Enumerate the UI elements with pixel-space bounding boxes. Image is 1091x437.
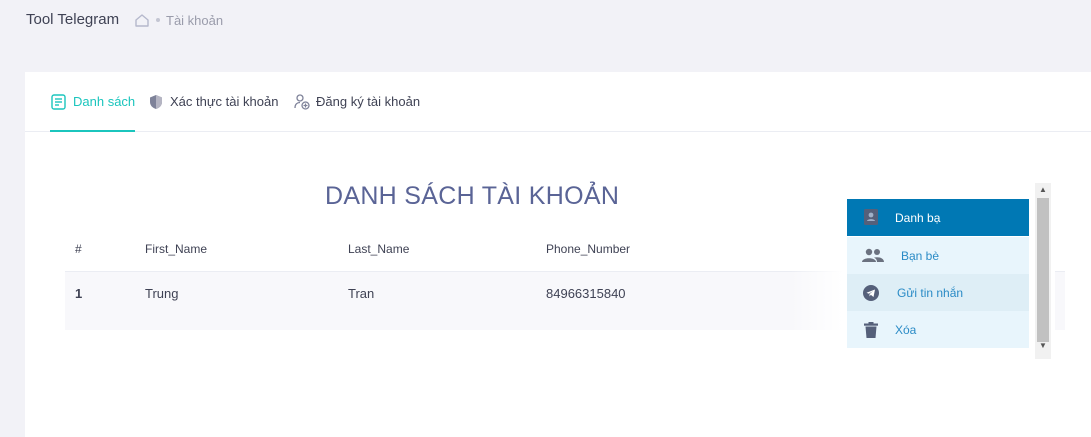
user-add-icon <box>294 93 310 110</box>
menu-item-delete[interactable]: Xóa <box>847 311 1029 348</box>
tab-list-label: Danh sách <box>73 94 136 109</box>
tab-list[interactable]: Danh sách <box>50 72 136 132</box>
cell-first-name: Trung <box>145 286 179 301</box>
tab-bar: Danh sách Xác thực tài khoản Đăng ký tài… <box>25 72 1091 132</box>
friends-icon <box>862 248 884 262</box>
cell-phone: 84966315840 <box>546 286 626 301</box>
breadcrumb-separator <box>156 18 160 22</box>
column-header-last-name[interactable]: Last_Name <box>348 242 409 256</box>
cell-index: 1 <box>75 286 83 301</box>
page-title: DANH SÁCH TÀI KHOẢN <box>325 182 620 210</box>
scroll-up-arrow-icon[interactable]: ▲ <box>1035 183 1051 197</box>
trash-icon <box>864 322 878 338</box>
tab-register-label: Đăng ký tài khoản <box>316 94 421 109</box>
top-bar: Tool Telegram Tài khoản <box>0 0 1091 42</box>
menu-item-contacts-label: Danh bạ <box>895 211 941 225</box>
menu-item-friends[interactable]: Bạn bè <box>847 237 1029 274</box>
contact-book-icon <box>864 209 878 225</box>
app-title: Tool Telegram <box>26 11 120 28</box>
context-menu-scrollbar[interactable]: ▲ ▼ <box>1035 183 1051 359</box>
list-icon <box>51 93 66 110</box>
home-icon[interactable] <box>134 12 150 28</box>
breadcrumb-current[interactable]: Tài khoản <box>166 13 223 28</box>
column-header-phone[interactable]: Phone_Number <box>546 242 630 256</box>
tab-verify[interactable]: Xác thực tài khoản <box>147 72 278 131</box>
menu-item-contacts[interactable]: Danh bạ <box>847 199 1029 236</box>
shield-icon <box>150 94 162 109</box>
scroll-down-arrow-icon[interactable]: ▼ <box>1035 339 1051 353</box>
menu-item-delete-label: Xóa <box>895 323 917 337</box>
tab-register[interactable]: Đăng ký tài khoản <box>293 72 420 131</box>
cell-last-name: Tran <box>348 286 375 301</box>
tab-verify-label: Xác thực tài khoản <box>170 94 279 109</box>
menu-item-friends-label: Bạn bè <box>901 249 940 263</box>
context-menu: Danh bạ Bạn bè Gửi tin nhắn Xóa <box>847 183 1037 359</box>
scrollbar-thumb[interactable] <box>1037 198 1049 342</box>
column-header-index[interactable]: # <box>75 242 82 256</box>
menu-item-send-message[interactable]: Gửi tin nhắn <box>847 274 1029 311</box>
column-header-first-name[interactable]: First_Name <box>145 242 207 256</box>
menu-item-send-message-label: Gửi tin nhắn <box>897 286 964 300</box>
telegram-icon <box>863 285 879 301</box>
